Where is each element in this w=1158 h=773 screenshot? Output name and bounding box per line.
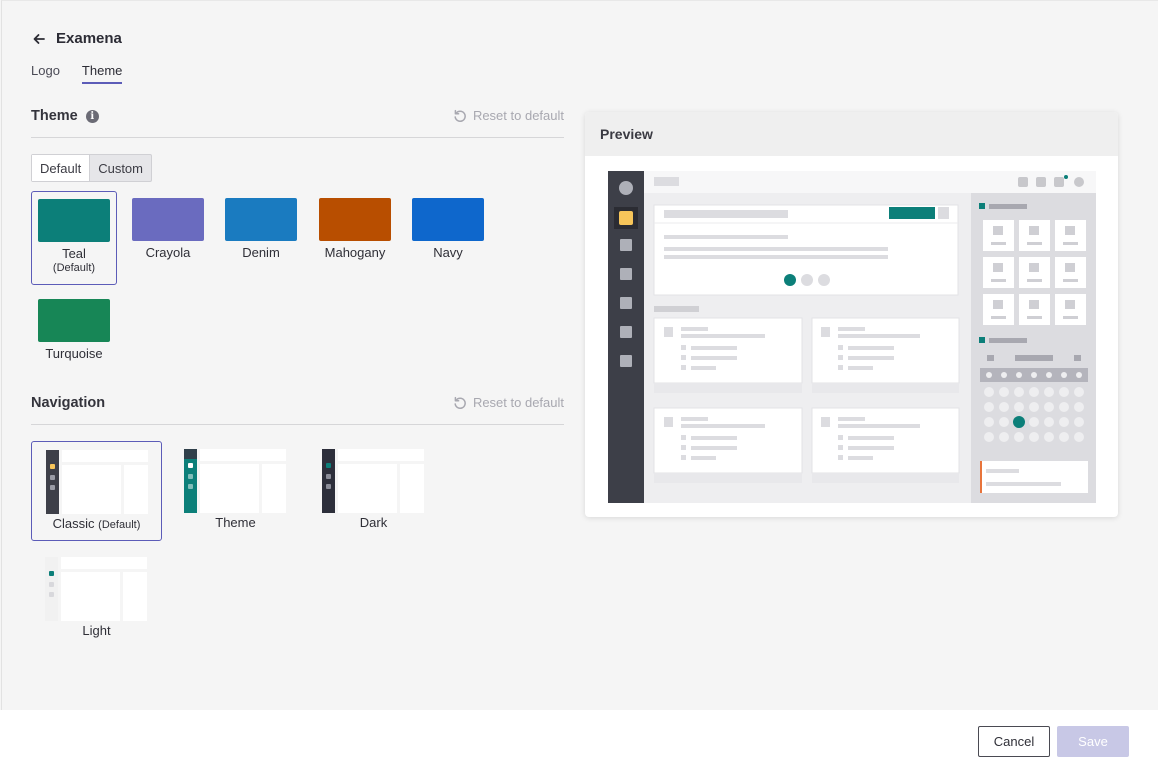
theme-mode-toggle: Default Custom (31, 154, 152, 182)
footer-bar: Cancel Save (0, 710, 1158, 773)
nav-option-name: Theme (215, 515, 256, 530)
swatch-default-note: (Default) (52, 262, 96, 274)
nav-thumb-dot (188, 474, 193, 479)
nav-thumb-header (62, 450, 148, 462)
nav-thumb-side (124, 465, 148, 514)
navigation-reset-button[interactable]: Reset to default (453, 395, 564, 410)
nav-thumb-main (338, 464, 397, 513)
nav-option-name: Classic (52, 516, 95, 531)
nav-thumbnail (322, 449, 424, 513)
swatch-navy[interactable]: Navy (405, 191, 491, 285)
nav-thumb-dot (50, 475, 55, 480)
color-chip (225, 198, 297, 241)
nav-thumbnail (184, 449, 286, 513)
nav-thumb-dot (326, 463, 331, 468)
nav-thumb-sidebar (46, 450, 59, 514)
swatch-name: Mahogany (324, 245, 386, 260)
nav-option-name: Dark (359, 515, 388, 530)
info-icon[interactable]: i (85, 109, 99, 123)
preview-mockup (608, 171, 1096, 503)
arrow-left-icon[interactable] (32, 32, 46, 46)
theme-reset-button[interactable]: Reset to default (453, 108, 564, 123)
color-chip (38, 299, 110, 342)
cancel-button[interactable]: Cancel (978, 726, 1050, 757)
nav-option-dark[interactable]: Dark (308, 441, 439, 541)
nav-thumb-side (123, 572, 147, 621)
color-chip (132, 198, 204, 241)
mode-default-button[interactable]: Default (32, 155, 91, 181)
nav-thumb-main (61, 572, 120, 621)
swatch-denim[interactable]: Denim (218, 191, 304, 285)
navigation-reset-label: Reset to default (472, 395, 564, 410)
nav-option-label: Classic (Default) (32, 516, 161, 531)
color-chip (319, 198, 391, 241)
nav-thumbnail (46, 450, 148, 514)
nav-option-classic[interactable]: Classic (Default) (31, 441, 162, 541)
preview-title: Preview (585, 112, 1118, 156)
navigation-section-title: Navigation (31, 395, 106, 411)
nav-thumb-dot (326, 474, 331, 479)
theme-reset-label: Reset to default (472, 108, 564, 123)
swatch-teal[interactable]: Teal (Default) (31, 191, 117, 285)
page-title: Examena (56, 30, 122, 47)
nav-thumb-dot (49, 592, 54, 597)
preview-panel: Preview (585, 112, 1118, 517)
reset-icon (454, 109, 466, 122)
nav-thumb-side (262, 464, 286, 513)
swatch-turquoise[interactable]: Turquoise (31, 292, 117, 386)
swatch-crayola[interactable]: Crayola (125, 191, 211, 285)
tab-theme[interactable]: Theme (81, 63, 123, 84)
tab-logo[interactable]: Logo (31, 63, 60, 84)
header: Examena (32, 30, 122, 47)
swatch-name: Teal (62, 246, 86, 261)
nav-thumb-header (61, 557, 147, 569)
nav-thumb-header (200, 449, 286, 461)
nav-thumbnail (45, 557, 147, 621)
nav-thumb-logo-area (184, 449, 197, 459)
nav-thumb-dot (188, 484, 193, 489)
nav-thumb-main (200, 464, 259, 513)
nav-option-light[interactable]: Light (31, 549, 162, 649)
nav-thumb-dot (49, 582, 54, 587)
nav-thumb-sidebar (45, 557, 58, 621)
mode-custom-button[interactable]: Custom (90, 155, 151, 181)
nav-thumb-dot (188, 463, 193, 468)
nav-option-theme[interactable]: Theme (170, 441, 301, 541)
color-chip (38, 199, 110, 242)
swatch-name: Crayola (145, 245, 191, 260)
theme-section-title-row: Theme i (31, 108, 99, 124)
nav-thumb-dot (50, 464, 55, 469)
theme-section-header: Theme i Reset to default (31, 108, 564, 138)
nav-thumb-dot (50, 485, 55, 490)
nav-thumb-side (400, 464, 424, 513)
nav-thumb-dot (326, 484, 331, 489)
swatch-name: Turquoise (45, 346, 103, 361)
tab-bar: Logo Theme (31, 63, 123, 84)
navigation-section-header: Navigation Reset to default (31, 395, 564, 425)
nav-option-default-note: (Default) (98, 519, 141, 531)
swatch-name: Navy (433, 245, 463, 260)
swatch-mahogany[interactable]: Mahogany (312, 191, 398, 285)
nav-thumb-header (338, 449, 424, 461)
swatch-name: Denim (242, 245, 280, 260)
nav-thumb-main (62, 465, 121, 514)
color-chip (412, 198, 484, 241)
theme-section-title: Theme (31, 108, 78, 124)
save-button[interactable]: Save (1057, 726, 1129, 757)
nav-thumb-sidebar (322, 449, 335, 513)
nav-option-name: Light (82, 623, 111, 638)
nav-thumb-dot (49, 571, 54, 576)
reset-icon (454, 396, 466, 409)
